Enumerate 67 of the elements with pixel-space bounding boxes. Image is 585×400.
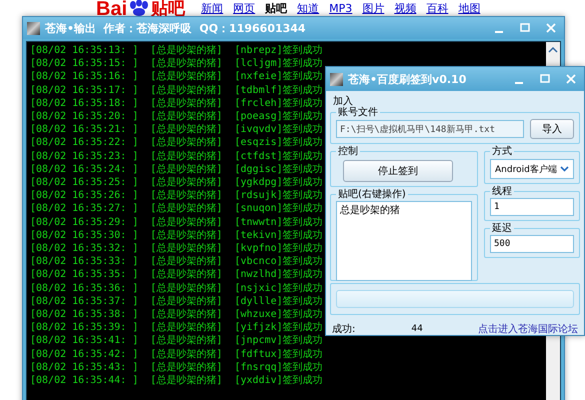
log-line: [08/02 16:35:24: ] [总是吵架的猪] [dggisc]签到成功 (30, 162, 323, 176)
group-label: 线程 (491, 186, 513, 197)
log-line: [08/02 16:35:38: ] [总是吵架的猪] [whzuxe]签到成功 (30, 308, 323, 322)
log-line: [08/02 16:35:22: ] [总是吵架的猪] [esqzis]签到成功 (30, 136, 323, 150)
success-label: 成功: (332, 322, 356, 336)
minimize-icon (515, 82, 523, 84)
mode-dropdown[interactable]: Android客户端 (490, 159, 574, 179)
log-line: [08/02 16:35:41: ] [总是吵架的猪] [jnpcmv]签到成功 (30, 334, 323, 348)
file-path-field[interactable]: F:\扫号\虚拟机马甲\148新马甲.txt (336, 120, 524, 138)
logo-text: Bai (96, 0, 128, 18)
maximize-icon (520, 23, 530, 33)
forum-link[interactable]: 点击进入苍海国际论坛 (478, 322, 578, 336)
import-button[interactable]: 导入 (530, 119, 574, 139)
nav-link[interactable]: 视频 (394, 2, 416, 15)
window-title: 苍海•百度刷签到v0.10 (348, 72, 466, 86)
stop-button[interactable]: 停止签到 (343, 160, 453, 182)
chevron-down-icon (560, 166, 569, 172)
nav-link[interactable]: 网页 (233, 2, 256, 15)
log-line: [08/02 16:35:44: ] [总是吵架的猪] [yxddiv]签到成功 (30, 374, 323, 388)
log-line: [08/02 16:35:35: ] [总是吵架的猪] [nwzlhd]签到成功 (30, 268, 323, 282)
nav-link[interactable]: 新闻 (201, 2, 224, 15)
log-line: [08/02 16:35:32: ] [总是吵架的猪] [kvpfno]签到成功 (30, 242, 323, 256)
log-line: [08/02 16:35:18: ] [总是吵架的猪] [frcleh]签到成功 (30, 96, 323, 110)
minimize-icon (495, 31, 503, 33)
success-count: 44 (411, 324, 423, 334)
group-label: 账号文件 (337, 107, 379, 118)
group-label: 方式 (491, 146, 513, 157)
nav-link[interactable]: 贴吧 (265, 2, 288, 15)
group-label: 延迟 (491, 223, 513, 234)
log-line: [08/02 16:35:33: ] [总是吵架的猪] [vbcnco]签到成功 (30, 255, 323, 268)
log-line: [08/02 16:35:29: ] [总是吵架的猪] [tnwwtn]签到成功 (30, 216, 323, 229)
paw-icon (128, 0, 150, 16)
app-icon (330, 72, 343, 86)
nav-link[interactable]: 百科 (426, 2, 448, 15)
app-icon (27, 22, 40, 34)
maximize-icon (540, 74, 550, 84)
close-icon (566, 74, 576, 84)
threads-field[interactable]: 1 (490, 198, 574, 216)
log-line: [08/02 16:35:13: ] [总是吵架的猪] [nbrepz]签到成功 (30, 44, 323, 58)
log-line: [08/02 16:35:39: ] [总是吵架的猪] [yifjzk]签到成功 (30, 321, 323, 334)
menu-item[interactable]: 加入 (330, 91, 580, 107)
nav-link[interactable]: 地图 (458, 2, 480, 15)
log-line: [08/02 16:35:26: ] [总是吵架的猪] [rdsujk]签到成功 (30, 189, 323, 202)
list-item[interactable]: 总是吵架的猪 (340, 203, 468, 217)
logo-text: 贴吧 (151, 0, 186, 18)
close-icon (546, 23, 556, 33)
delay-field[interactable]: 500 (490, 235, 574, 253)
log-line: [08/02 16:35:25: ] [总是吵架的猪] [ygkdpg]签到成功 (30, 176, 323, 190)
log-line: [08/02 16:35:42: ] [总是吵架的猪] [fdftux]签到成功 (30, 348, 323, 361)
log-line: [08/02 16:35:21: ] [总是吵架的猪] [ivqvdv]签到成功 (30, 123, 323, 136)
window-title: 苍海•输出 作者：苍海深呼吸 QQ：1196601344 (45, 20, 306, 36)
log-line: [08/02 16:35:23: ] [总是吵架的猪] [ctfdst]签到成功 (30, 150, 323, 163)
log-line: [08/02 16:35:16: ] [总是吵架的猪] [nxfeie]签到成功 (30, 70, 323, 84)
nav-link[interactable]: 图片 (362, 2, 384, 15)
group-label: 贴吧(右键操作) (337, 189, 407, 200)
log-line: [08/02 16:35:43: ] [总是吵架的猪] [fnsrqq]签到成功 (30, 360, 323, 374)
log-line: [08/02 16:35:20: ] [总是吵架的猪] [poeasg]签到成功 (30, 110, 323, 124)
log-line: [08/02 16:35:30: ] [总是吵架的猪] [tekivn]签到成功 (30, 228, 323, 242)
log-line: [08/02 16:35:27: ] [总是吵架的猪] [snuqon]签到成功 (30, 202, 323, 216)
log-line: [08/02 16:35:15: ] [总是吵架的猪] [lcljgm]签到成功 (30, 57, 323, 70)
group-label: 控制 (337, 146, 359, 157)
log-line: [08/02 16:35:37: ] [总是吵架的猪] [dyllle]签到成功 (30, 294, 323, 308)
log-line: [08/02 16:35:36: ] [总是吵架的猪] [nsjxic]签到成功 (30, 282, 323, 295)
log-line: [08/02 16:35:17: ] [总是吵架的猪] [tdbmlf]签到成功 (30, 84, 323, 97)
nav-link[interactable]: MP3 (329, 2, 352, 15)
tieba-list[interactable]: 总是吵架的猪 (336, 201, 472, 281)
nav-link[interactable]: 知道 (297, 2, 320, 15)
